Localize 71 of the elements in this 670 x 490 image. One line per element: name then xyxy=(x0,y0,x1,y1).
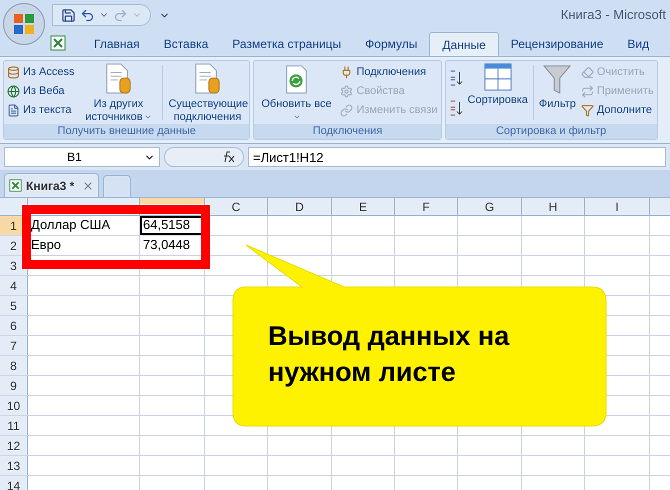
link-icon xyxy=(340,104,354,117)
ribbon-tab[interactable]: Данные xyxy=(429,32,499,56)
document-icon xyxy=(7,104,20,117)
ribbon-button[interactable]: Из Веба xyxy=(7,83,74,100)
window-title: Книга3 - Microsoft xyxy=(560,6,667,24)
ribbon-button[interactable]: Подключения xyxy=(340,64,438,81)
excel-icon xyxy=(50,35,66,51)
row-header[interactable]: 11 xyxy=(0,416,28,435)
ribbon-tab[interactable]: Разметка страницы xyxy=(220,32,354,56)
excel-icon xyxy=(9,179,22,192)
close-icon[interactable] xyxy=(82,180,94,192)
column-header[interactable]: I xyxy=(585,198,650,215)
plug-icon xyxy=(340,66,354,79)
ribbon-button[interactable]: Из Access xyxy=(7,64,74,81)
cell-text: 64,5158 xyxy=(143,217,190,232)
ribbon-large-button[interactable]: Из других источников xyxy=(79,61,158,124)
repeat-icon xyxy=(580,85,594,98)
row-header[interactable]: 5 xyxy=(0,296,28,315)
row-header[interactable]: 14 xyxy=(0,476,28,490)
ribbon-large-button[interactable]: Сортировка xyxy=(468,61,528,124)
row-header[interactable]: 13 xyxy=(0,456,28,475)
cell-text: 73,0448 xyxy=(143,237,190,252)
document-database-icon xyxy=(193,63,222,95)
ribbon-tab[interactable]: Вставка xyxy=(152,32,220,56)
cell-text: Евро xyxy=(31,237,62,252)
save-icon[interactable] xyxy=(61,8,76,22)
row-header[interactable]: 9 xyxy=(0,376,28,395)
workbook-title: Книга3 * xyxy=(26,178,74,194)
ribbon-tab[interactable]: Вид xyxy=(615,32,662,56)
workbook-tab[interactable]: Книга3 * xyxy=(4,173,100,197)
group-title: Сортировка и фильтр xyxy=(446,124,657,139)
ribbon-tab[interactable]: Главная xyxy=(82,32,152,56)
sort-table-icon xyxy=(484,63,512,91)
settings-icon xyxy=(340,85,354,98)
ribbon-large-button[interactable]: Существующие подключения xyxy=(168,61,246,124)
ribbon-large-button[interactable]: Обновить все xyxy=(257,61,336,124)
document-database-icon xyxy=(104,63,132,95)
formula-field[interactable]: =Лист1!H12 xyxy=(248,147,666,167)
column-header[interactable]: G xyxy=(458,198,522,215)
row-header[interactable]: 4 xyxy=(0,276,28,295)
ribbon-button[interactable]: Из текста xyxy=(7,102,74,119)
eraser-icon xyxy=(580,66,594,79)
sort-ascending-icon[interactable] xyxy=(448,69,463,87)
row-header[interactable]: 6 xyxy=(0,316,28,335)
filter-icon xyxy=(580,104,594,117)
row-header[interactable]: 10 xyxy=(0,396,28,415)
row-header[interactable]: 8 xyxy=(0,356,28,375)
globe-icon xyxy=(7,85,20,98)
row-header[interactable]: 12 xyxy=(0,436,28,455)
callout-text: Вывод данных на нужном листе xyxy=(268,320,510,389)
ribbon-large-button[interactable]: Фильтр xyxy=(538,61,576,124)
function-button[interactable] xyxy=(164,147,244,167)
group-title: Подключения xyxy=(254,124,441,139)
ribbon-tab[interactable]: Рецензирование xyxy=(498,32,616,56)
row-header[interactable]: 7 xyxy=(0,336,28,355)
fx-icon xyxy=(221,151,235,163)
ribbon-button[interactable]: Дополните xyxy=(580,102,654,119)
group-title: Получить внешние данные xyxy=(4,124,250,139)
column-header[interactable]: E xyxy=(332,198,395,215)
column-header[interactable]: D xyxy=(268,198,332,215)
column-header[interactable]: F xyxy=(395,198,458,215)
column-header[interactable]: H xyxy=(522,198,585,215)
sort-descending-icon[interactable] xyxy=(448,99,463,117)
office-logo-icon xyxy=(12,12,36,36)
column-header[interactable]: C xyxy=(205,198,268,215)
ribbon-tab[interactable]: Формулы xyxy=(353,32,430,56)
funnel-icon xyxy=(543,63,572,95)
database-icon xyxy=(7,66,20,79)
name-box[interactable]: B1 xyxy=(4,147,160,167)
cell-text: Доллар США xyxy=(31,217,110,232)
undo-icon[interactable] xyxy=(80,8,95,22)
